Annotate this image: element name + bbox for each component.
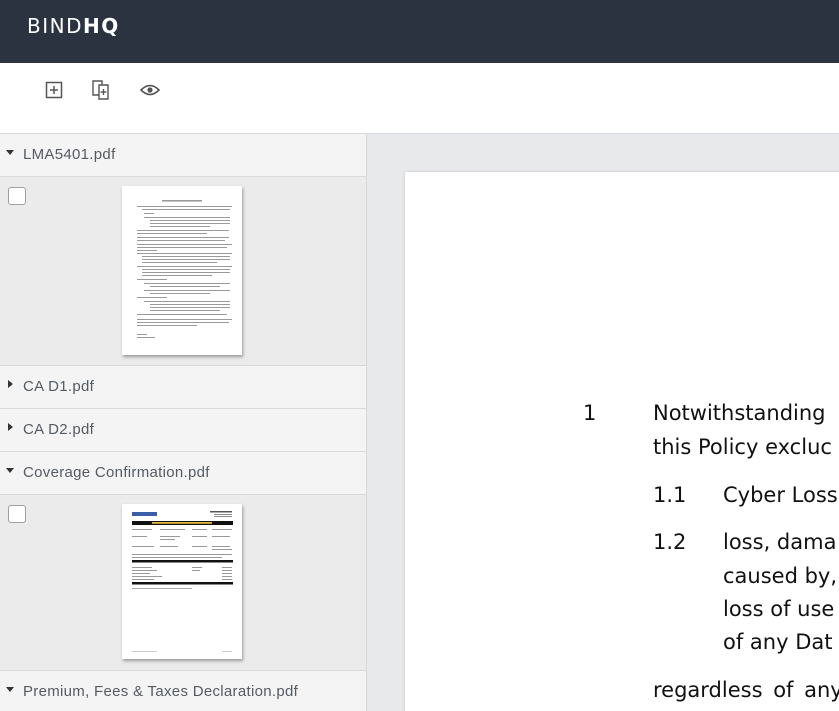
document-page: 1 Notwithstanding this Policy excluc 1.1… <box>405 172 839 711</box>
add-page-icon <box>45 81 63 99</box>
bindhq-logo[interactable]: BINDHQ <box>27 14 120 38</box>
logo-text-bold: HQ <box>82 14 120 38</box>
copy-page-button[interactable] <box>88 77 114 103</box>
caret-down-icon <box>6 687 14 692</box>
subclause-text-line: loss of use <box>723 597 835 621</box>
clause-number: 1 <box>583 401 597 425</box>
document-group-header[interactable]: CA D1.pdf <box>0 366 366 409</box>
subclause-text: Cyber Loss <box>723 483 838 507</box>
clause-text-line: Notwithstanding <box>653 401 826 425</box>
document-viewer[interactable]: 1 Notwithstanding this Policy excluc 1.1… <box>367 134 839 711</box>
preview-button[interactable] <box>137 77 163 103</box>
clause-text-line: regardless of any <box>653 678 839 702</box>
clause-text-line: this Policy excluc <box>653 435 832 459</box>
document-group-header[interactable]: Coverage Confirmation.pdf <box>0 452 366 495</box>
coverage-page-preview <box>132 511 233 652</box>
document-group-header[interactable]: Premium, Fees & Taxes Declaration.pdf <box>0 671 366 711</box>
subclause-text-line: loss, dama <box>723 530 837 554</box>
document-sidebar: LMA5401.pdf CA D1.pdf CA D2.pdf Coverage… <box>0 134 367 711</box>
document-name: LMA5401.pdf <box>23 146 116 163</box>
subclause-text-line: of any Dat <box>723 630 833 654</box>
caret-down-icon <box>6 150 14 155</box>
logo-text-light: BIND <box>27 14 83 38</box>
subclause-text-line: caused by, <box>723 564 838 588</box>
caret-right-icon <box>8 423 13 431</box>
document-name: Premium, Fees & Taxes Declaration.pdf <box>23 683 299 700</box>
add-page-button[interactable] <box>41 77 67 103</box>
page-select-checkbox[interactable] <box>8 187 26 205</box>
document-group-header[interactable]: CA D2.pdf <box>0 409 366 452</box>
document-group-header[interactable]: LMA5401.pdf <box>0 134 366 177</box>
document-name: Coverage Confirmation.pdf <box>23 464 210 481</box>
lma5401-page-preview <box>137 200 232 338</box>
page-thumbnail-row <box>0 495 366 671</box>
page-thumbnail-row <box>0 177 366 366</box>
page-thumbnail[interactable] <box>122 186 242 355</box>
page-select-checkbox[interactable] <box>8 505 26 523</box>
app-header: BINDHQ <box>0 0 839 63</box>
caret-down-icon <box>6 468 14 473</box>
toolbar <box>0 63 839 134</box>
eye-icon <box>139 84 161 96</box>
copy-page-icon <box>92 80 109 100</box>
caret-right-icon <box>8 380 13 388</box>
page-thumbnail[interactable] <box>122 504 242 659</box>
subclause-number: 1.2 <box>653 530 687 554</box>
subclause-number: 1.1 <box>653 483 687 507</box>
document-name: CA D2.pdf <box>23 421 95 438</box>
document-name: CA D1.pdf <box>23 378 95 395</box>
